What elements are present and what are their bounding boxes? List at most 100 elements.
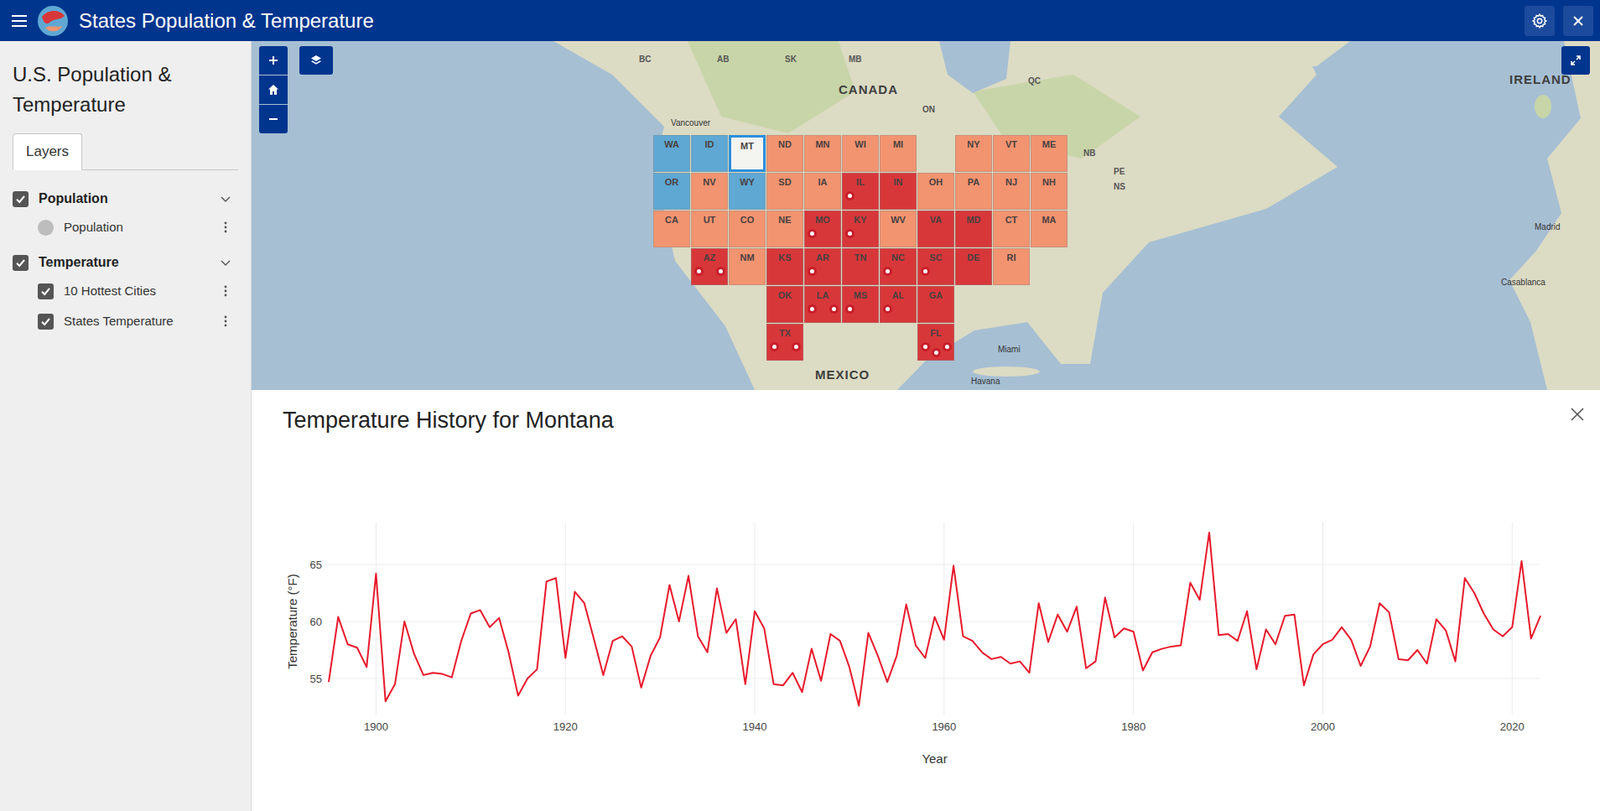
state-tile[interactable]: CA bbox=[653, 210, 691, 248]
state-tile[interactable]: MA bbox=[1030, 210, 1068, 248]
state-tile[interactable]: NJ bbox=[992, 172, 1030, 210]
settings-button[interactable] bbox=[1524, 5, 1555, 37]
state-tile[interactable]: NM bbox=[728, 248, 766, 286]
city-pin[interactable] bbox=[883, 304, 893, 314]
city-pin[interactable] bbox=[694, 266, 704, 276]
city-pin[interactable] bbox=[807, 266, 817, 276]
state-tile[interactable]: IA bbox=[804, 172, 842, 210]
group-checkbox[interactable] bbox=[12, 191, 29, 208]
city-pin[interactable] bbox=[931, 348, 941, 358]
state-tile[interactable]: WA bbox=[653, 135, 691, 172]
state-tile[interactable]: ID bbox=[690, 135, 728, 172]
layers-button[interactable] bbox=[299, 46, 333, 75]
state-tile[interactable]: NH bbox=[1030, 172, 1068, 210]
state-tile[interactable]: DE bbox=[955, 248, 993, 286]
state-tile[interactable]: IN bbox=[879, 172, 917, 210]
city-pin[interactable] bbox=[883, 266, 893, 276]
state-tile[interactable]: MT bbox=[728, 135, 766, 172]
layer-row[interactable]: Population bbox=[12, 212, 239, 243]
state-tile[interactable]: NV bbox=[690, 172, 728, 210]
state-tile[interactable]: AZ bbox=[690, 248, 728, 286]
state-tile[interactable]: WI bbox=[841, 135, 879, 172]
group-checkbox[interactable] bbox=[12, 254, 29, 271]
state-tile[interactable]: MI bbox=[879, 135, 917, 172]
map-label: AB bbox=[716, 54, 729, 65]
city-pin[interactable] bbox=[807, 304, 817, 314]
state-tile[interactable]: MD bbox=[955, 210, 993, 248]
city-pin[interactable] bbox=[845, 228, 855, 239]
state-tile[interactable]: LA bbox=[804, 285, 842, 323]
state-tile[interactable]: KY bbox=[841, 210, 879, 248]
zoom-out-button[interactable] bbox=[259, 104, 288, 134]
city-pin[interactable] bbox=[845, 304, 855, 314]
state-tile[interactable]: TN bbox=[841, 248, 879, 286]
group-toggle[interactable] bbox=[219, 256, 232, 269]
chart-panel: Temperature History for Montana 19001920… bbox=[251, 389, 1600, 811]
state-tile[interactable]: KS bbox=[766, 248, 804, 286]
state-tile[interactable]: GA bbox=[917, 285, 955, 323]
more-options-icon[interactable] bbox=[223, 284, 229, 298]
layer-group[interactable]: Population bbox=[12, 185, 239, 213]
state-tile[interactable]: WV bbox=[879, 210, 917, 248]
sidebar-tab[interactable]: Layers bbox=[12, 133, 83, 171]
state-tile[interactable]: CT bbox=[992, 210, 1030, 248]
state-label: CT bbox=[1005, 213, 1019, 247]
city-pin[interactable] bbox=[791, 342, 801, 352]
state-tile[interactable]: UT bbox=[690, 210, 728, 248]
menu-icon[interactable] bbox=[11, 14, 27, 28]
home-button[interactable] bbox=[259, 75, 288, 104]
state-tile[interactable]: AR bbox=[804, 248, 842, 286]
layer-menu[interactable] bbox=[223, 314, 229, 328]
more-options-icon[interactable] bbox=[223, 314, 229, 328]
state-tile[interactable]: ND bbox=[766, 135, 804, 172]
fullscreen-button[interactable] bbox=[1561, 46, 1590, 75]
state-tile[interactable]: VT bbox=[992, 135, 1030, 172]
city-pin[interactable] bbox=[829, 304, 839, 314]
layer-checkbox[interactable] bbox=[37, 283, 54, 300]
state-tile[interactable]: OK bbox=[766, 285, 804, 323]
city-pin[interactable] bbox=[845, 191, 855, 201]
state-tile[interactable]: AL bbox=[879, 285, 917, 323]
close-chart-button[interactable] bbox=[1566, 403, 1589, 426]
chevron-down-icon[interactable] bbox=[219, 192, 232, 205]
layer-checkbox[interactable] bbox=[37, 313, 54, 330]
state-tile[interactable]: NC bbox=[879, 248, 917, 286]
state-tile[interactable]: MO bbox=[804, 210, 842, 248]
zoom-in-button[interactable] bbox=[259, 46, 288, 75]
state-tile[interactable]: SC bbox=[917, 248, 955, 286]
state-tile[interactable]: RI bbox=[992, 248, 1030, 286]
state-tile[interactable]: ME bbox=[1030, 135, 1068, 172]
state-tile[interactable]: MN bbox=[804, 135, 842, 172]
state-tile[interactable]: VA bbox=[917, 210, 955, 248]
state-tile[interactable]: NE bbox=[766, 210, 804, 248]
state-tile[interactable]: OH bbox=[917, 172, 955, 210]
chart-title: Temperature History for Montana bbox=[251, 389, 1600, 458]
state-tile[interactable]: WY bbox=[728, 172, 766, 210]
map[interactable]: WAIDMTNDMNWIMI NYVTME ORNVWYSDIAILINOHPANJ… bbox=[251, 41, 1600, 390]
state-tile[interactable]: CO bbox=[728, 210, 766, 248]
layer-menu[interactable] bbox=[223, 284, 229, 298]
close-app-button[interactable] bbox=[1563, 5, 1594, 37]
layer-menu[interactable] bbox=[223, 220, 229, 234]
more-options-icon[interactable] bbox=[223, 220, 229, 234]
state-tile[interactable]: TX bbox=[766, 323, 804, 361]
state-tile[interactable]: OR bbox=[653, 172, 691, 210]
city-pin[interactable] bbox=[716, 266, 726, 276]
state-tile[interactable]: SD bbox=[766, 172, 804, 210]
city-pin[interactable] bbox=[920, 342, 930, 352]
layer-row[interactable]: States Temperature bbox=[12, 306, 239, 337]
layer-group[interactable]: Temperature bbox=[12, 249, 239, 276]
state-tile[interactable]: NY bbox=[955, 135, 993, 172]
group-toggle[interactable] bbox=[219, 192, 232, 205]
state-tile[interactable]: FL bbox=[917, 323, 955, 361]
layer-row[interactable]: 10 Hottest Cities bbox=[12, 275, 239, 307]
city-pin[interactable] bbox=[920, 266, 930, 276]
city-pin[interactable] bbox=[769, 342, 780, 352]
state-tile[interactable]: IL bbox=[841, 172, 879, 210]
city-pin[interactable] bbox=[942, 342, 952, 352]
state-tile[interactable]: PA bbox=[955, 172, 993, 210]
sidebar: U.S. Population & Temperature Layers Pop… bbox=[0, 41, 252, 811]
state-tile[interactable]: MS bbox=[841, 285, 879, 323]
city-pin[interactable] bbox=[807, 228, 817, 239]
chevron-down-icon[interactable] bbox=[219, 256, 232, 269]
